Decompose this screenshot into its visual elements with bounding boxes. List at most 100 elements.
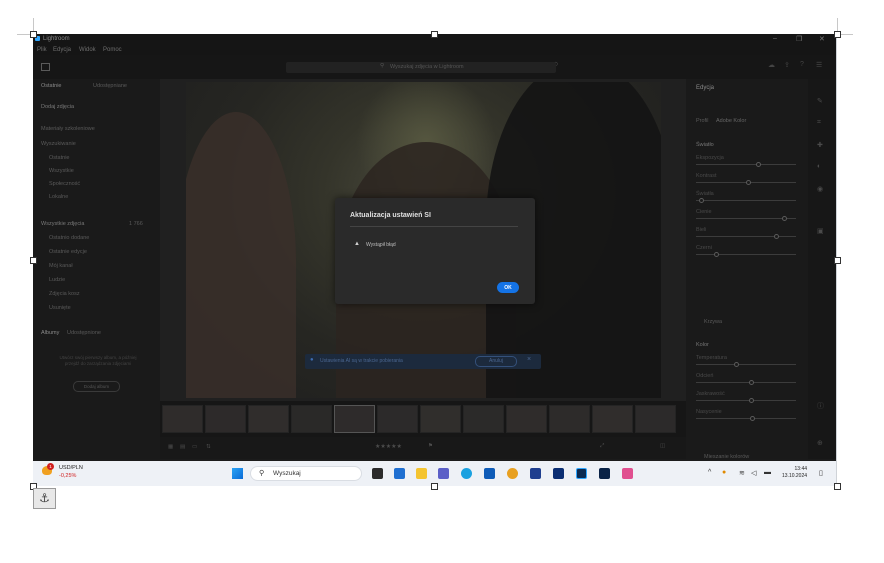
slider-knob[interactable] [713,252,719,257]
banner-cancel-button[interactable]: Anuluj [475,356,517,367]
thumbnail[interactable] [334,405,375,433]
slider-knob[interactable] [773,234,779,239]
heal-icon[interactable]: ✚ [817,141,823,149]
slider-knob[interactable] [755,162,761,167]
tray-app-icon[interactable]: ● [722,469,726,476]
tab-shared-albums[interactable]: Udostępnione [67,330,101,336]
slider-track[interactable] [696,382,796,383]
battery-icon[interactable]: ▬ [764,469,771,476]
menu-edit[interactable]: Edycja [53,47,71,53]
task-view-icon[interactable] [394,468,405,479]
app-b-icon[interactable] [530,468,541,479]
slider-track[interactable] [696,254,796,255]
slider-knob[interactable] [745,180,751,185]
chrome-icon[interactable] [507,468,518,479]
sidebar-item-people[interactable]: Ludzie [49,277,65,283]
resize-handle[interactable] [30,257,37,264]
volume-icon[interactable]: ◁ [751,469,756,477]
tab-shared[interactable]: Udostępniane [93,83,127,89]
grid-view-icon[interactable]: ▦ [168,444,173,450]
keywords-icon[interactable]: ⊕ [817,439,823,447]
create-album-button[interactable]: Dodaj album [73,381,120,392]
thumbnail[interactable] [592,405,633,433]
curve-label[interactable]: Krzywa [704,319,722,325]
edit-icon[interactable]: ✎ [817,97,823,105]
slider-track[interactable] [696,364,796,365]
fit-icon[interactable]: ⤢ [600,443,604,450]
add-photos-button[interactable]: Dodaj zdjęcia [41,104,74,110]
terminal-app-icon[interactable] [372,468,383,479]
lightroom-taskbar-icon[interactable] [576,468,587,479]
slider-track[interactable] [696,164,796,165]
taskbar-search[interactable]: ⚲ Wyszukaj [250,466,362,481]
resize-handle[interactable] [834,31,841,38]
sidebar-item-local[interactable]: Lokalne [49,194,68,200]
flag-icon[interactable]: ⚑ [428,443,433,449]
menu-file[interactable]: Plik [37,47,47,53]
sidebar-item-search[interactable]: Wyszukiwanie [41,141,76,147]
maximize-button[interactable]: ❐ [796,35,802,43]
slider-track[interactable] [696,236,796,237]
dropbox-icon[interactable] [553,468,564,479]
thumbnail[interactable] [420,405,461,433]
compare-icon[interactable]: ◫ [660,443,665,449]
thumbnail[interactable] [635,405,676,433]
resize-handle[interactable] [431,31,438,38]
learn-link[interactable]: Materiały szkoleniowe [41,126,95,132]
slider-knob[interactable] [749,416,755,421]
thumbnail[interactable] [506,405,547,433]
file-explorer-icon[interactable] [416,468,427,479]
sidebar-item-all[interactable]: Wszystkie [49,168,74,174]
detail-view-icon[interactable]: ▭ [192,444,197,450]
section-color[interactable]: Kolor [696,342,709,348]
square-grid-icon[interactable]: ▤ [180,444,185,450]
sort-icon[interactable]: ⇅ [206,444,211,450]
slider-knob[interactable] [781,216,787,221]
sidebar-item-recently-added[interactable]: Ostatnio dodane [49,235,89,241]
slider-knob[interactable] [733,362,739,367]
slider-track[interactable] [696,200,796,201]
resize-handle[interactable] [834,257,841,264]
slider-knob[interactable] [698,198,704,203]
sidebar-item-community[interactable]: Społeczność [49,181,80,187]
redeye-icon[interactable]: ◉ [817,185,823,193]
cloud-icon[interactable]: ☁ [768,61,775,69]
notifications-icon[interactable]: ▯ [819,469,823,477]
mask-icon[interactable]: ◐ [817,163,821,170]
banner-close-button[interactable]: × [527,356,531,363]
sidebar-item-recent[interactable]: Ostatnie [49,155,69,161]
sidebar-item-deleted[interactable]: Usunięte [49,305,71,311]
minimize-button[interactable]: – [773,35,777,42]
activity-icon[interactable]: ☰ [816,61,822,69]
panel-toggle-icon[interactable] [41,63,50,71]
store-icon[interactable] [484,468,495,479]
search-input[interactable]: ⚲ Wyszukaj zdjęcia w Lightroom [286,62,556,73]
sidebar-item-my-feed[interactable]: Mój kanał [49,263,73,269]
section-light[interactable]: Światło [696,142,714,148]
thumbnail[interactable] [162,405,203,433]
teams-icon[interactable] [438,468,449,479]
tab-recent[interactable]: Ostatnie [41,83,61,89]
presets-icon[interactable]: ▣ [817,227,824,235]
windows-start-icon[interactable] [232,468,243,479]
help-icon[interactable]: ? [800,61,804,68]
photoshop-icon[interactable] [599,468,610,479]
taskbar-clock[interactable]: 13:44 13.10.2024 [782,466,807,480]
menu-view[interactable]: Widok [79,47,96,53]
info-panel-icon[interactable]: ⓘ [817,401,824,411]
thumbnail[interactable] [549,405,590,433]
wifi-icon[interactable]: ≋ [739,469,745,477]
close-button[interactable]: ✕ [819,35,825,43]
thumbnail[interactable] [205,405,246,433]
color-mix-label[interactable]: Mieszanie kolorów [704,454,749,460]
photos-app-icon[interactable] [622,468,633,479]
sidebar-item-all-photos[interactable]: Wszystkie zdjęcia [41,221,84,227]
anchor-icon[interactable]: ⚓ [33,488,56,509]
menu-help[interactable]: Pomoc [103,47,122,53]
resize-handle[interactable] [431,483,438,490]
slider-knob[interactable] [748,398,754,403]
rating-stars[interactable]: ★★★★★ [375,443,402,450]
resize-handle[interactable] [30,31,37,38]
share-icon[interactable]: ⇪ [784,61,790,69]
edge-icon[interactable] [461,468,472,479]
